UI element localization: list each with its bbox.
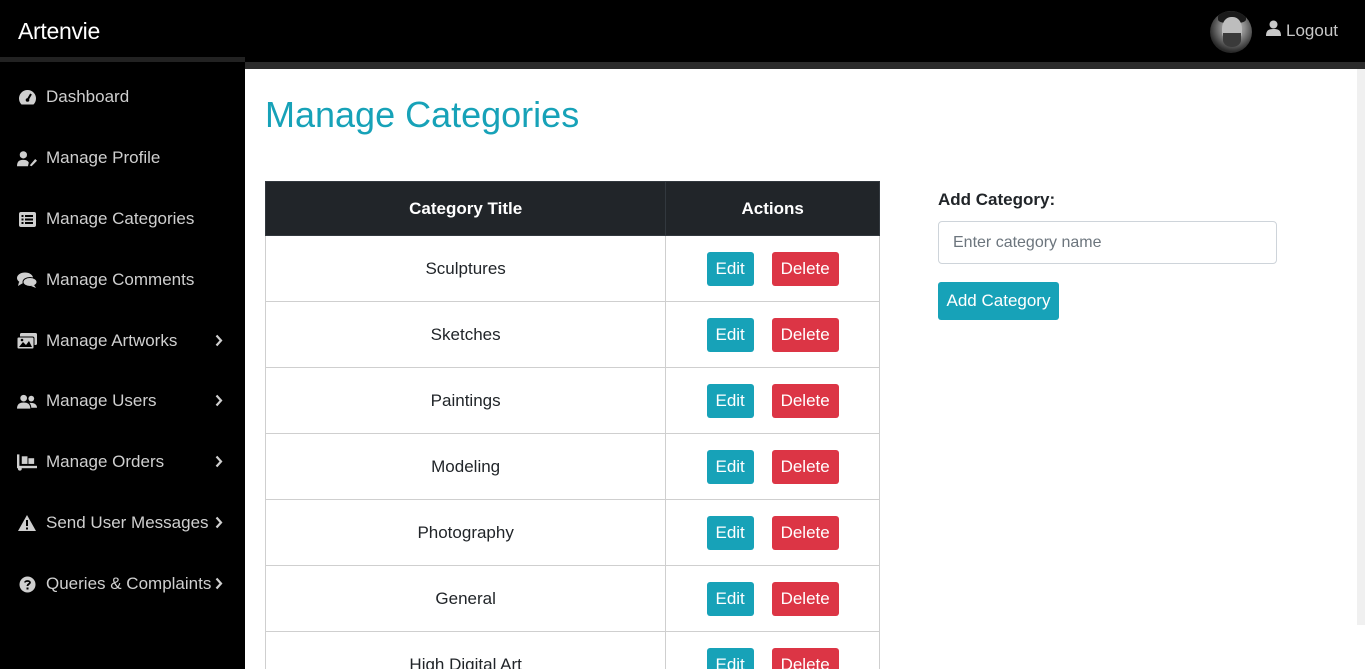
categories-table: Category Title Actions Sculptures Edit De… <box>264 181 880 669</box>
edit-button[interactable]: Edit <box>706 515 754 550</box>
edit-button[interactable]: Edit <box>706 647 754 669</box>
chevron-right-icon <box>215 392 223 412</box>
sidebar-item-label: Send User Messages <box>46 513 209 532</box>
sidebar-item-label: Manage Users <box>46 391 157 410</box>
scrollbar-thumb[interactable] <box>1357 69 1365 625</box>
add-category-button[interactable]: Add Category <box>938 282 1059 320</box>
sidebar-item-label: Manage Profile <box>46 148 161 167</box>
column-header-category-title: Category Title <box>264 181 667 236</box>
warning-icon <box>17 514 37 532</box>
comments-icon <box>17 271 37 289</box>
user-edit-icon <box>17 149 37 167</box>
logout-label: Logout <box>1286 20 1338 40</box>
sidebar-item-label: Manage Categories <box>46 209 195 228</box>
user-avatar[interactable] <box>1210 11 1252 53</box>
actions-cell: Edit Delete <box>665 235 880 302</box>
sidebar-item-label: Manage Orders <box>46 452 165 471</box>
category-title-cell: Modeling <box>264 433 667 500</box>
sidebar-item-manage-orders[interactable]: Manage Orders <box>0 442 245 482</box>
top-navbar: Artenvie Logout <box>0 0 1365 62</box>
actions-cell: Edit Delete <box>665 499 880 566</box>
delete-button[interactable]: Delete <box>771 647 839 669</box>
table-row: Photography Edit Delete <box>264 499 880 566</box>
sidebar-item-dashboard[interactable]: Dashboard <box>0 77 245 117</box>
delete-button[interactable]: Delete <box>771 317 839 352</box>
delete-button[interactable]: Delete <box>771 581 839 616</box>
sidebar-item-manage-artworks[interactable]: Manage Artworks <box>0 321 245 361</box>
logout-link[interactable]: Logout <box>1266 20 1338 41</box>
table-row: Sculptures Edit Delete <box>264 235 880 302</box>
edit-button[interactable]: Edit <box>706 383 754 418</box>
sidebar-item-manage-profile[interactable]: Manage Profile <box>0 138 245 178</box>
table-row: High Digital Art Edit Delete <box>264 631 880 669</box>
sidebar-item-manage-users[interactable]: Manage Users <box>0 381 245 421</box>
actions-cell: Edit Delete <box>665 301 880 368</box>
actions-cell: Edit Delete <box>665 433 880 500</box>
category-title-cell: Paintings <box>264 367 667 434</box>
actions-cell: Edit Delete <box>665 631 880 669</box>
sidebar-item-label: Dashboard <box>46 87 130 106</box>
question-circle-icon <box>17 575 37 593</box>
category-title-cell: General <box>264 565 667 632</box>
sidebar: Dashboard Manage Profile Manage Categori… <box>0 57 245 669</box>
chevron-right-icon <box>215 514 223 534</box>
tachometer-icon <box>17 88 37 106</box>
user-icon <box>1266 20 1281 41</box>
dolly-icon <box>17 453 37 471</box>
users-icon <box>17 392 37 410</box>
actions-cell: Edit Delete <box>665 565 880 632</box>
delete-button[interactable]: Delete <box>771 449 839 484</box>
images-icon <box>17 332 37 350</box>
edit-button[interactable]: Edit <box>706 317 754 352</box>
brand-logo[interactable]: Artenvie <box>18 18 100 45</box>
edit-button[interactable]: Edit <box>706 581 754 616</box>
sidebar-item-manage-comments[interactable]: Manage Comments <box>0 260 245 300</box>
page-title: Manage Categories <box>265 94 580 135</box>
chevron-right-icon <box>215 332 223 352</box>
category-title-cell: Sculptures <box>264 235 667 302</box>
edit-button[interactable]: Edit <box>706 251 754 286</box>
add-category-label: Add Category: <box>938 190 1056 209</box>
delete-button[interactable]: Delete <box>771 251 839 286</box>
category-name-input[interactable] <box>938 221 1277 264</box>
chevron-right-icon <box>215 453 223 473</box>
chevron-right-icon <box>215 575 223 595</box>
sidebar-item-label: Manage Comments <box>46 270 195 289</box>
content-top-border <box>245 62 1365 69</box>
table-row: Sketches Edit Delete <box>264 301 880 368</box>
list-alt-icon <box>17 210 37 228</box>
actions-cell: Edit Delete <box>665 367 880 434</box>
sidebar-item-label: Queries & Complaints <box>46 574 212 593</box>
table-row: Paintings Edit Delete <box>264 367 880 434</box>
sidebar-item-queries-complaints[interactable]: Queries & Complaints <box>0 564 245 604</box>
table-row: General Edit Delete <box>264 565 880 632</box>
category-title-cell: Sketches <box>264 301 667 368</box>
sidebar-item-label: Manage Artworks <box>46 331 178 350</box>
table-header-row: Category Title Actions <box>264 181 880 236</box>
column-header-actions: Actions <box>665 181 880 236</box>
sidebar-item-send-user-messages[interactable]: Send User Messages <box>0 503 245 543</box>
table-row: Modeling Edit Delete <box>264 433 880 500</box>
edit-button[interactable]: Edit <box>706 449 754 484</box>
category-title-cell: High Digital Art <box>264 631 667 669</box>
sidebar-item-manage-categories[interactable]: Manage Categories <box>0 199 245 239</box>
delete-button[interactable]: Delete <box>771 383 839 418</box>
delete-button[interactable]: Delete <box>771 515 839 550</box>
category-title-cell: Photography <box>264 499 667 566</box>
